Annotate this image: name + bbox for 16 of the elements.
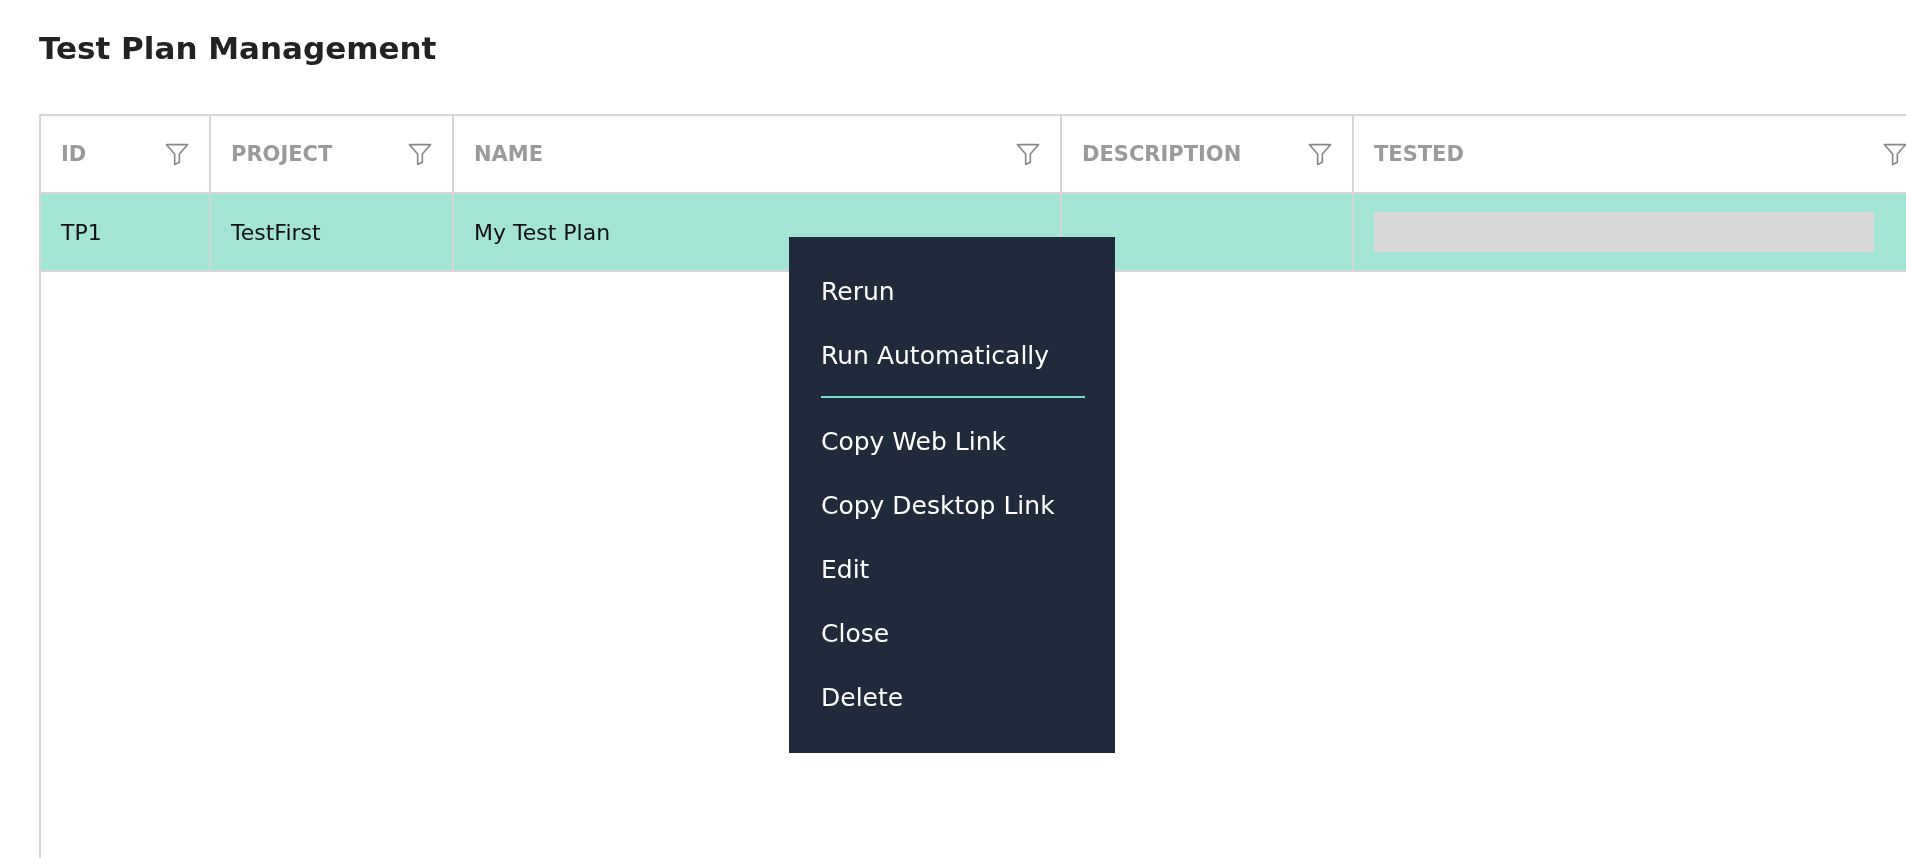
menu-item[interactable]: Copy Desktop Link: [789, 473, 1115, 537]
table-row[interactable]: TP1 TestFirst My Test Plan: [41, 194, 1906, 272]
column-label: PROJECT: [231, 142, 333, 166]
menu-item[interactable]: Edit: [789, 537, 1115, 601]
column-label: NAME: [474, 142, 544, 166]
menu-item[interactable]: Delete: [789, 665, 1115, 729]
page-title: Test Plan Management: [39, 30, 438, 66]
table-cell: My Test Plan: [474, 219, 611, 245]
table-cell: TP1: [61, 219, 102, 245]
column-label: DESCRIPTION: [1082, 142, 1242, 166]
column-label: TESTED: [1374, 142, 1464, 166]
table-cell: TestFirst: [231, 219, 321, 245]
menu-item[interactable]: Copy Web Link: [789, 409, 1115, 473]
column-label: ID: [61, 142, 87, 166]
menu-item[interactable]: Close: [789, 601, 1115, 665]
menu-item[interactable]: Run Automatically: [789, 323, 1115, 387]
